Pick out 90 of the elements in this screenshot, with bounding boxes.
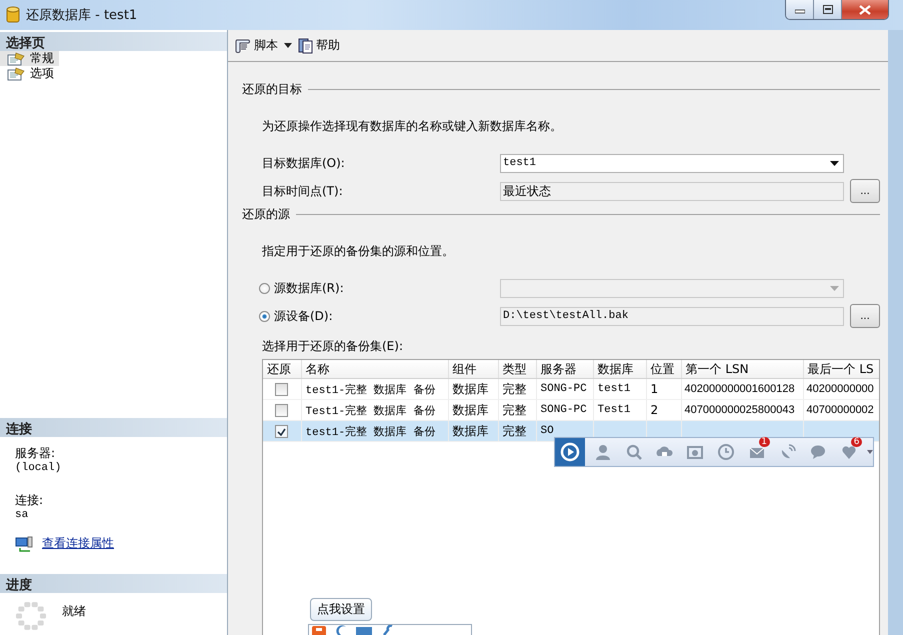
script-button[interactable]: 脚本 <box>234 37 278 54</box>
description-text: 为还原操作选择现有数据库的名称或键入新数据库名称。 <box>261 118 563 135</box>
table-cell: 40700000002 <box>806 404 874 416</box>
column-header[interactable]: 位置 <box>646 360 681 378</box>
page-icon <box>7 66 25 80</box>
table-cell: Test1 <box>598 404 631 416</box>
radio-option[interactable]: 源设备(D): <box>259 308 494 324</box>
screenshot-icon[interactable] <box>686 443 704 461</box>
play-icon[interactable] <box>555 438 585 466</box>
section-header: 连接 <box>0 418 227 437</box>
section-heading: 还原的目标 <box>242 80 302 98</box>
column-header[interactable]: 名称 <box>301 360 448 378</box>
connection-value: sa <box>15 509 30 521</box>
description-text: 指定用于还原的备份集的源和位置。 <box>261 243 455 260</box>
tooltip: 点我设置 <box>310 598 372 621</box>
close-button[interactable] <box>842 0 888 19</box>
table-cell: 1 <box>650 382 658 396</box>
section-header: 进度 <box>0 574 227 593</box>
computer-icon <box>15 536 33 552</box>
table-cell: SO <box>540 425 554 437</box>
wrench-icon[interactable] <box>381 625 393 635</box>
path-field[interactable]: D:\test\testAll.bak <box>500 306 844 326</box>
scroll-icon <box>234 38 252 54</box>
person-icon[interactable] <box>594 443 612 461</box>
field-label: 目标数据库(O): <box>262 154 346 172</box>
server-label: 服务器: <box>15 445 56 462</box>
table-cell: SONG-PC <box>540 404 587 416</box>
close-icon <box>859 4 871 14</box>
table-cell: 402000000001600128 <box>684 383 795 395</box>
table-cell: 完整 <box>502 382 526 396</box>
server-value: (local) <box>15 462 62 474</box>
section-heading: 还原的源 <box>242 206 290 222</box>
count-badge: 1 <box>758 437 770 447</box>
database-dropdown[interactable]: test1 <box>500 154 844 172</box>
column-header[interactable]: 还原 <box>263 360 301 378</box>
table-cell: test1-完整 数据库 备份 <box>306 384 436 396</box>
table-cell: 2 <box>650 403 658 417</box>
column-header[interactable]: 数据库 <box>593 360 646 378</box>
table-cell: Test1-完整 数据库 备份 <box>306 406 436 418</box>
table-cell: 数据库 <box>452 402 488 416</box>
checkbox[interactable] <box>275 404 288 418</box>
table-cell: test1 <box>598 383 631 395</box>
column-header[interactable]: 服务器 <box>536 360 593 378</box>
column-header[interactable]: 类型 <box>498 360 536 378</box>
help-button[interactable]: 帮助 <box>298 37 340 54</box>
table-cell: 完整 <box>502 402 526 416</box>
dropdown-arrow-icon <box>830 286 839 290</box>
keyboard-icon[interactable] <box>355 625 373 635</box>
column-header[interactable]: 最后一个 LS <box>803 360 879 378</box>
search-icon[interactable] <box>624 443 642 461</box>
time-field[interactable]: 最近状态 <box>500 182 844 200</box>
maximize-icon <box>822 5 832 14</box>
progress-status: 就绪 <box>62 603 86 620</box>
field-label: 目标时间点(T): <box>262 182 344 200</box>
checkbox[interactable] <box>275 425 288 438</box>
logo-icon[interactable] <box>311 625 327 635</box>
browse-button[interactable]: ... <box>850 304 880 328</box>
section-header: 选择页 <box>0 32 227 51</box>
dropdown-arrow-icon <box>830 160 839 166</box>
check-icon <box>277 428 286 436</box>
connection-label: 连接: <box>15 492 44 509</box>
table-cell: 40200000000 <box>806 383 874 395</box>
minimize-button[interactable] <box>786 0 814 19</box>
table-cell: SONG-PC <box>540 383 587 395</box>
radio-option[interactable]: 源数据库(R): <box>259 280 494 296</box>
spinner-icon <box>16 601 46 631</box>
page-item[interactable]: 选项 <box>0 66 59 81</box>
play-icon <box>558 441 581 463</box>
properties-link[interactable]: 查看连接属性 <box>42 535 114 552</box>
table-cell: test1-完整 数据库 备份 <box>306 426 436 438</box>
chat-icon[interactable] <box>809 443 828 461</box>
checkbox[interactable] <box>275 383 288 396</box>
clock-icon[interactable] <box>716 443 735 461</box>
database-icon <box>6 6 20 24</box>
table-cell: 完整 <box>502 424 526 438</box>
page-item[interactable]: 常规 <box>0 51 59 66</box>
count-badge: 6 <box>851 437 862 447</box>
maximize-button[interactable] <box>814 0 842 19</box>
moon-icon[interactable] <box>335 625 347 635</box>
table-cell: 407000000025800043 <box>684 404 795 416</box>
browse-button[interactable]: ... <box>850 179 880 203</box>
table-cell: 数据库 <box>452 424 488 438</box>
column-header[interactable]: 组件 <box>448 360 498 378</box>
table-label: 选择用于还原的备份集(E): <box>261 338 404 355</box>
table-cell: 数据库 <box>452 382 488 396</box>
page-icon <box>7 52 25 66</box>
column-header[interactable]: 第一个 LSN <box>681 360 803 378</box>
document-icon <box>298 38 314 54</box>
window-title: 还原数据库 - test1 <box>26 7 138 24</box>
dropdown-arrow-icon[interactable] <box>284 43 292 48</box>
